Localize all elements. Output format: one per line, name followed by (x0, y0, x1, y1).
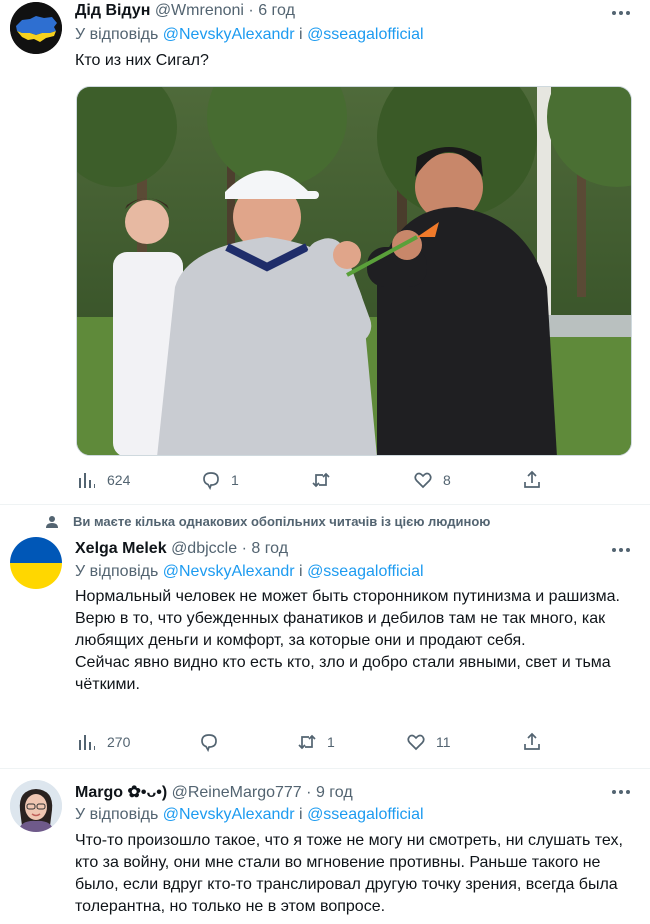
retweet-icon (312, 472, 330, 488)
display-name[interactable]: Дід Відун (75, 2, 150, 19)
bar-chart-icon (79, 735, 95, 750)
reply-mention-2[interactable]: @sseagalofficial (307, 26, 423, 43)
ukraine-flag-icon (10, 537, 62, 589)
display-name[interactable]: Margo ✿•ᴗ•) (75, 784, 167, 801)
user-handle[interactable]: @ReineMargo777 (172, 784, 302, 801)
retweet-icon (298, 734, 316, 750)
reply-mention-2[interactable]: @sseagalofficial (307, 563, 423, 580)
views-button[interactable]: 270 (77, 732, 130, 752)
like-count: 11 (436, 734, 451, 750)
reply-and: і (299, 26, 303, 43)
tweet-header: Margo ✿•ᴗ•) @ReineMargo777 · 9 год (75, 782, 353, 802)
reply-mention-1[interactable]: @NevskyAlexandr (163, 806, 295, 823)
display-name[interactable]: Xelga Melek (75, 540, 167, 557)
retweet-button[interactable]: 1 (297, 732, 335, 752)
timestamp[interactable]: 9 год (316, 784, 353, 801)
tweet-text-paragraph: Сейчас явно видно кто есть кто, зло и до… (75, 654, 611, 693)
tweet-text-paragraph: Что-то произошло такое, что я тоже не мо… (75, 832, 623, 915)
retweet-count: 1 (327, 734, 335, 750)
tweet-actions: 624 1 8 (75, 470, 545, 494)
views-button[interactable]: 624 (77, 470, 130, 490)
reply-context: У відповідь @NevskyAlexandr і @sseagalof… (75, 806, 424, 824)
heart-icon (407, 734, 425, 751)
reply-mention-1[interactable]: @NevskyAlexandr (163, 26, 295, 43)
speech-bubble-icon (201, 734, 217, 752)
separator-dot: · (241, 540, 247, 557)
share-button[interactable] (522, 732, 552, 752)
reply-count: 1 (231, 472, 239, 488)
heart-icon (414, 472, 432, 489)
profile-photo-icon (10, 780, 62, 832)
ukraine-map-icon (10, 2, 62, 54)
reply-label: У відповідь (75, 26, 159, 43)
user-handle[interactable]: @Wmrenoni (155, 2, 244, 19)
reply-label: У відповідь (75, 563, 159, 580)
reply-label: У відповідь (75, 806, 159, 823)
tweet-text-paragraph: Нормальный человек не может быть сторонн… (75, 588, 620, 649)
reply-context: У відповідь @NevskyAlexandr і @sseagalof… (75, 26, 424, 44)
like-button[interactable]: 8 (413, 470, 451, 490)
user-handle[interactable]: @dbjccle (171, 540, 237, 557)
share-icon (524, 470, 540, 488)
tweet-photo[interactable] (76, 86, 632, 456)
reply-mention-1[interactable]: @NevskyAlexandr (163, 563, 295, 580)
tweet-text: Нормальный человек не может быть сторонн… (75, 586, 635, 696)
tweet-text: Что-то произошло такое, что я тоже не мо… (75, 830, 635, 918)
more-dots-icon[interactable] (610, 784, 632, 800)
share-button[interactable] (522, 470, 552, 490)
timestamp[interactable]: 8 год (251, 540, 288, 557)
retweet-button[interactable] (311, 470, 341, 490)
views-count: 624 (107, 472, 131, 488)
like-count: 8 (443, 472, 451, 488)
tweet-text: Кто из них Сигал? (75, 50, 635, 72)
avatar-margo[interactable] (10, 780, 62, 832)
tweet-actions: 270 1 11 (75, 732, 545, 756)
timestamp[interactable]: 6 год (258, 2, 295, 19)
avatar-xelga[interactable] (10, 537, 62, 589)
reply-and: і (299, 806, 303, 823)
photo-illustration (77, 87, 631, 455)
tweet-1[interactable]: Дід Відун @Wmrenoni · 6 год У відповідь … (0, 0, 650, 504)
views-count: 270 (107, 734, 131, 750)
reply-and: і (299, 563, 303, 580)
separator-dot: · (248, 2, 254, 19)
reply-mention-2[interactable]: @sseagalofficial (307, 806, 423, 823)
speech-bubble-icon (203, 472, 219, 490)
tweet-header: Дід Відун @Wmrenoni · 6 год (75, 2, 295, 20)
separator-dot: · (306, 784, 312, 801)
reply-context: У відповідь @NevskyAlexandr і @sseagalof… (75, 563, 424, 581)
reply-button[interactable] (199, 732, 229, 752)
share-icon (524, 732, 540, 750)
tweet-2[interactable]: Xelga Melek @dbjccle · 8 год У відповідь… (0, 504, 650, 768)
tweet-text-line: Кто из них Сигал? (75, 52, 209, 69)
tweet-header: Xelga Melek @dbjccle · 8 год (75, 540, 288, 558)
tweet-3[interactable]: Margo ✿•ᴗ•) @ReineMargo777 · 9 год У від… (0, 768, 650, 924)
like-button[interactable]: 11 (406, 732, 451, 752)
more-dots-icon[interactable] (610, 5, 632, 21)
avatar-did-vidun[interactable] (10, 2, 62, 54)
reply-button[interactable]: 1 (201, 470, 239, 490)
more-dots-icon[interactable] (610, 542, 632, 558)
bar-chart-icon (79, 473, 95, 488)
